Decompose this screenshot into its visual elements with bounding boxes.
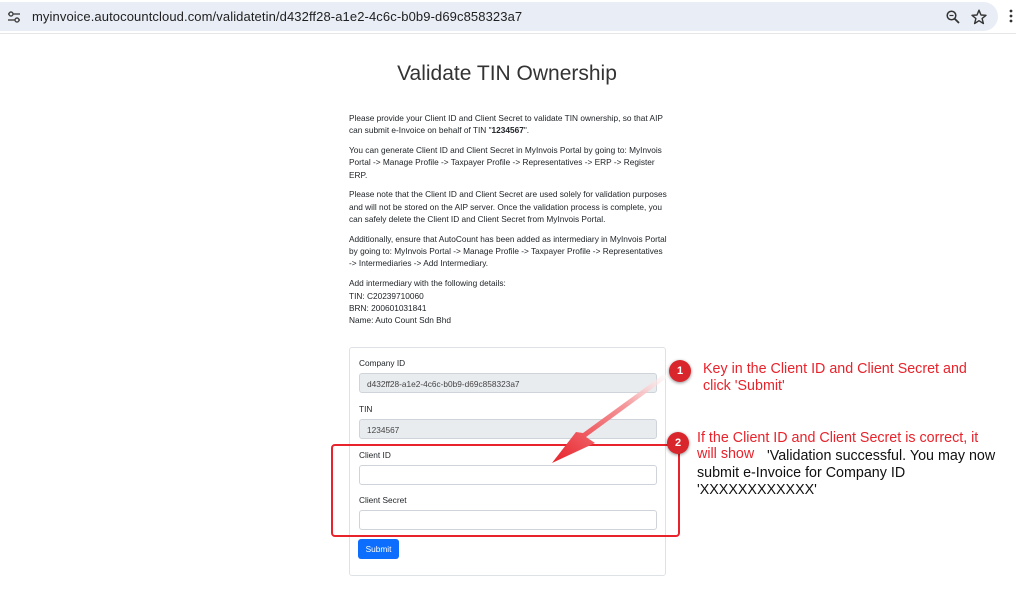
tune-icon[interactable] <box>7 11 21 23</box>
step-2-success-message: 'Validation successful. You may now subm… <box>697 448 996 498</box>
instruction-paragraph-4: Additionally, ensure that AutoCount has … <box>349 233 667 269</box>
instruction-paragraph-3: Please note that the Client ID and Clien… <box>349 189 667 225</box>
step-2-badge: 2 <box>667 432 689 454</box>
instructions: Please provide your Client ID and Client… <box>349 112 667 334</box>
intermediary-name: Name: Auto Count Sdn Bhd <box>349 315 451 326</box>
address-bar[interactable]: myinvoice.autocountcloud.com/validatetin… <box>0 2 998 31</box>
step-2-note: If the Client ID and Client Secret is co… <box>697 430 979 446</box>
tin-field: 1234567 <box>359 419 657 439</box>
highlight-box <box>331 444 680 537</box>
url-text[interactable]: myinvoice.autocountcloud.com/validatetin… <box>32 9 522 24</box>
more-vert-icon[interactable] <box>1009 9 1013 23</box>
page-title: Validate TIN Ownership <box>397 62 617 85</box>
company-id-label: Company ID <box>359 358 406 368</box>
star-icon[interactable] <box>971 9 987 25</box>
tin-label: TIN <box>359 404 373 414</box>
tin-highlight: 1234567 <box>491 125 524 136</box>
submit-button[interactable]: Submit <box>358 539 399 559</box>
step-1-badge: 1 <box>669 360 691 382</box>
company-id-field: d432ff28-a1e2-4c6c-b0b9-d69c858323a7 <box>359 373 657 393</box>
instruction-paragraph-2: You can generate Client ID and Client Se… <box>349 145 662 180</box>
intermediary-tin: TIN: C20239710060 <box>349 290 424 301</box>
instruction-paragraph-1: Please provide your Client ID and Client… <box>349 113 663 136</box>
step-1-note: Key in the Client ID and Client Secret a… <box>703 361 967 394</box>
zoom-icon[interactable] <box>946 10 960 24</box>
intermediary-details: Add intermediary with the following deta… <box>349 278 506 326</box>
intermediary-brn: BRN: 200601031841 <box>349 302 427 313</box>
browser-toolbar: myinvoice.autocountcloud.com/validatetin… <box>0 0 1016 34</box>
